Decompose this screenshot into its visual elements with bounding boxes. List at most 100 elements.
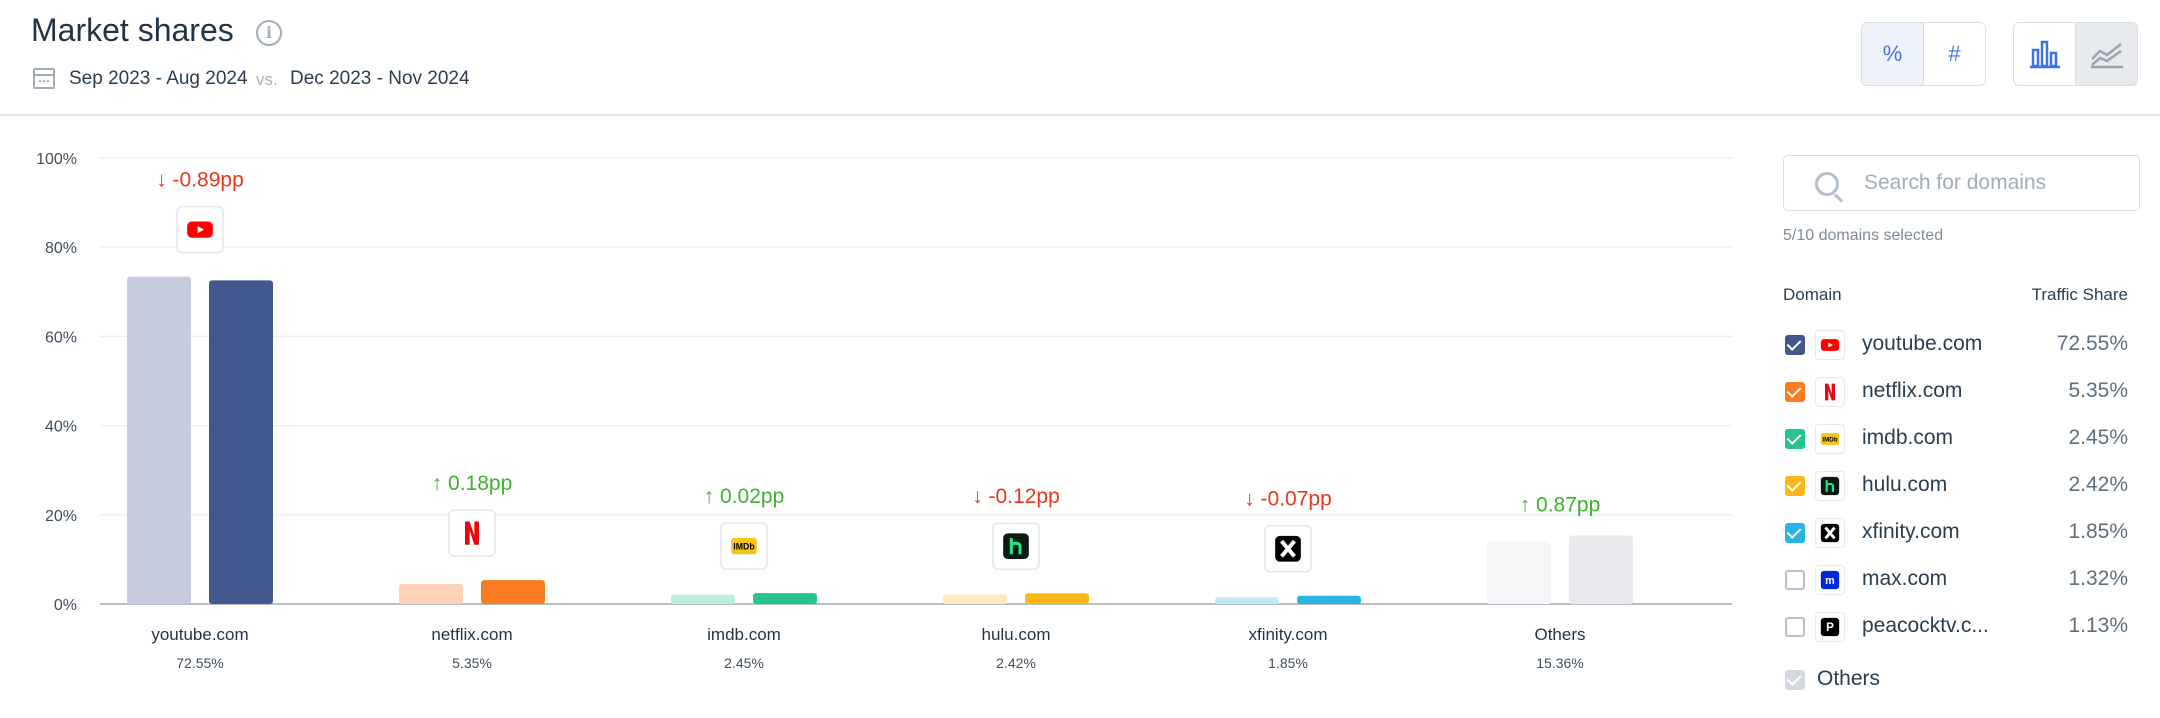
y-tick-label: 0% [54,597,77,614]
xfinity-icon [1275,535,1301,562]
area-chart-icon [2090,43,2123,69]
domain-row[interactable]: IMDb imdb.com 2.45% [1783,419,2128,459]
peacock-icon: P [1820,617,1840,637]
svg-text:P: P [1826,621,1834,634]
bar-previous [1487,541,1551,604]
vs-label: vs. [256,70,278,89]
date-range-current[interactable]: Sep 2023 - Aug 2024 [69,68,248,90]
chart-type-toggle [2013,22,2138,86]
bar-previous [671,594,735,604]
others-checkbox [1785,670,1805,690]
favicon: IMDb [1815,424,1845,454]
x-category-label: xfinity.com [1248,625,1327,644]
domain-share: 2.45% [2068,426,2128,449]
bar-current [209,280,273,604]
x-category-value: 15.36% [1536,655,1583,671]
domain-checkbox[interactable] [1785,570,1805,590]
domain-checkbox[interactable] [1785,429,1805,449]
bar-current [481,580,545,604]
youtube-icon [1820,339,1840,351]
favicon [1815,377,1845,407]
metric-toggle: % # [1861,22,1986,86]
xfinity-icon [1820,523,1840,543]
domain-checkbox[interactable] [1785,476,1805,496]
area-chart-button[interactable] [2075,23,2137,85]
domain-name: xfinity.com [1862,520,1960,543]
domain-row[interactable]: youtube.com 72.55% [1783,325,2128,365]
domain-share: 5.35% [2068,379,2128,402]
x-category-value: 1.85% [1268,655,1308,671]
favicon [1815,518,1845,548]
y-tick-label: 40% [45,419,77,436]
change-label: ↓ -0.12pp [972,485,1060,508]
bar-current [753,593,817,604]
favicon: m [1815,565,1845,595]
change-label: ↑ 0.87pp [1520,493,1601,516]
x-category-label: netflix.com [431,625,512,644]
bar-previous [943,594,1007,604]
domain-row[interactable]: hulu.com 2.42% [1783,466,2128,506]
date-range-compare[interactable]: Dec 2023 - Nov 2024 [290,68,470,90]
bar-chart-icon [2029,40,2060,69]
header: Market shares i Sep 2023 - Aug 2024 vs. … [0,0,2160,116]
favicon: P [1815,612,1845,642]
x-category-value: 5.35% [452,655,492,671]
hulu-icon [1003,533,1029,560]
count-button[interactable]: # [1923,23,1985,85]
x-category-label: hulu.com [982,625,1051,644]
domain-row[interactable]: xfinity.com 1.85% [1783,513,2128,553]
domain-checkbox[interactable] [1785,382,1805,402]
domain-share: 1.13% [2068,614,2128,637]
domain-row[interactable]: netflix.com 5.35% [1783,372,2128,412]
domain-name: hulu.com [1862,473,1948,496]
domain-name: youtube.com [1862,332,1983,355]
page-title: Market shares [31,12,234,48]
x-category-value: 2.42% [996,655,1036,671]
domain-name: peacocktv.c... [1862,614,1989,637]
info-icon[interactable]: i [256,20,282,46]
bar-previous [399,583,463,604]
max-icon: m [1820,570,1840,590]
change-label: ↓ -0.89pp [156,169,244,192]
y-tick-label: 20% [45,508,77,525]
domain-search[interactable]: Search for domains [1783,155,2140,211]
domain-checkbox[interactable] [1785,523,1805,543]
search-input[interactable]: Search for domains [1864,171,2046,195]
svg-text:IMDb: IMDb [1822,437,1837,444]
domain-share: 1.32% [2068,567,2128,590]
x-category-value: 72.55% [176,655,223,671]
y-tick-label: 60% [45,329,77,346]
domain-row[interactable]: Ppeacocktv.c... 1.13% [1783,607,2128,647]
domain-name: imdb.com [1862,426,1954,449]
domain-share: 72.55% [2056,332,2128,355]
others-row: Others [1783,660,2128,700]
hulu-icon [1820,476,1840,496]
domain-share: 2.42% [2068,473,2128,496]
bar-current [1025,593,1089,604]
percent-button[interactable]: % [1862,23,1923,85]
favicon [1815,471,1845,501]
imdb-icon: IMDb [1820,433,1840,445]
svg-text:m: m [1825,575,1835,587]
imdb-icon: IMDb [731,537,757,555]
domain-row[interactable]: m max.com 1.32% [1783,560,2128,600]
x-category-label: youtube.com [151,625,248,644]
domain-share: 1.85% [2068,520,2128,543]
market-share-chart: 0% 20% 40% 60% 80% 100% ↓ -0.89pp youtube.com 72… [36,151,1732,671]
bar-current [1569,535,1633,604]
youtube-icon [187,221,213,238]
x-category-label: imdb.com [707,625,781,644]
change-label: ↓ -0.07pp [1244,488,1332,511]
change-label: ↑ 0.18pp [432,472,513,495]
domain-checkbox[interactable] [1785,617,1805,637]
bar-chart-button[interactable] [2014,23,2075,85]
traffic-share-column-header[interactable]: Traffic Share [2032,285,2128,305]
domain-column-header: Domain [1783,285,1842,304]
others-label: Others [1817,667,1881,690]
calendar-icon [33,68,55,89]
domain-checkbox[interactable] [1785,335,1805,355]
search-icon [1815,172,1839,196]
y-tick-label: 80% [45,240,77,257]
y-tick-label: 100% [36,151,77,168]
bar-previous [1215,597,1279,604]
